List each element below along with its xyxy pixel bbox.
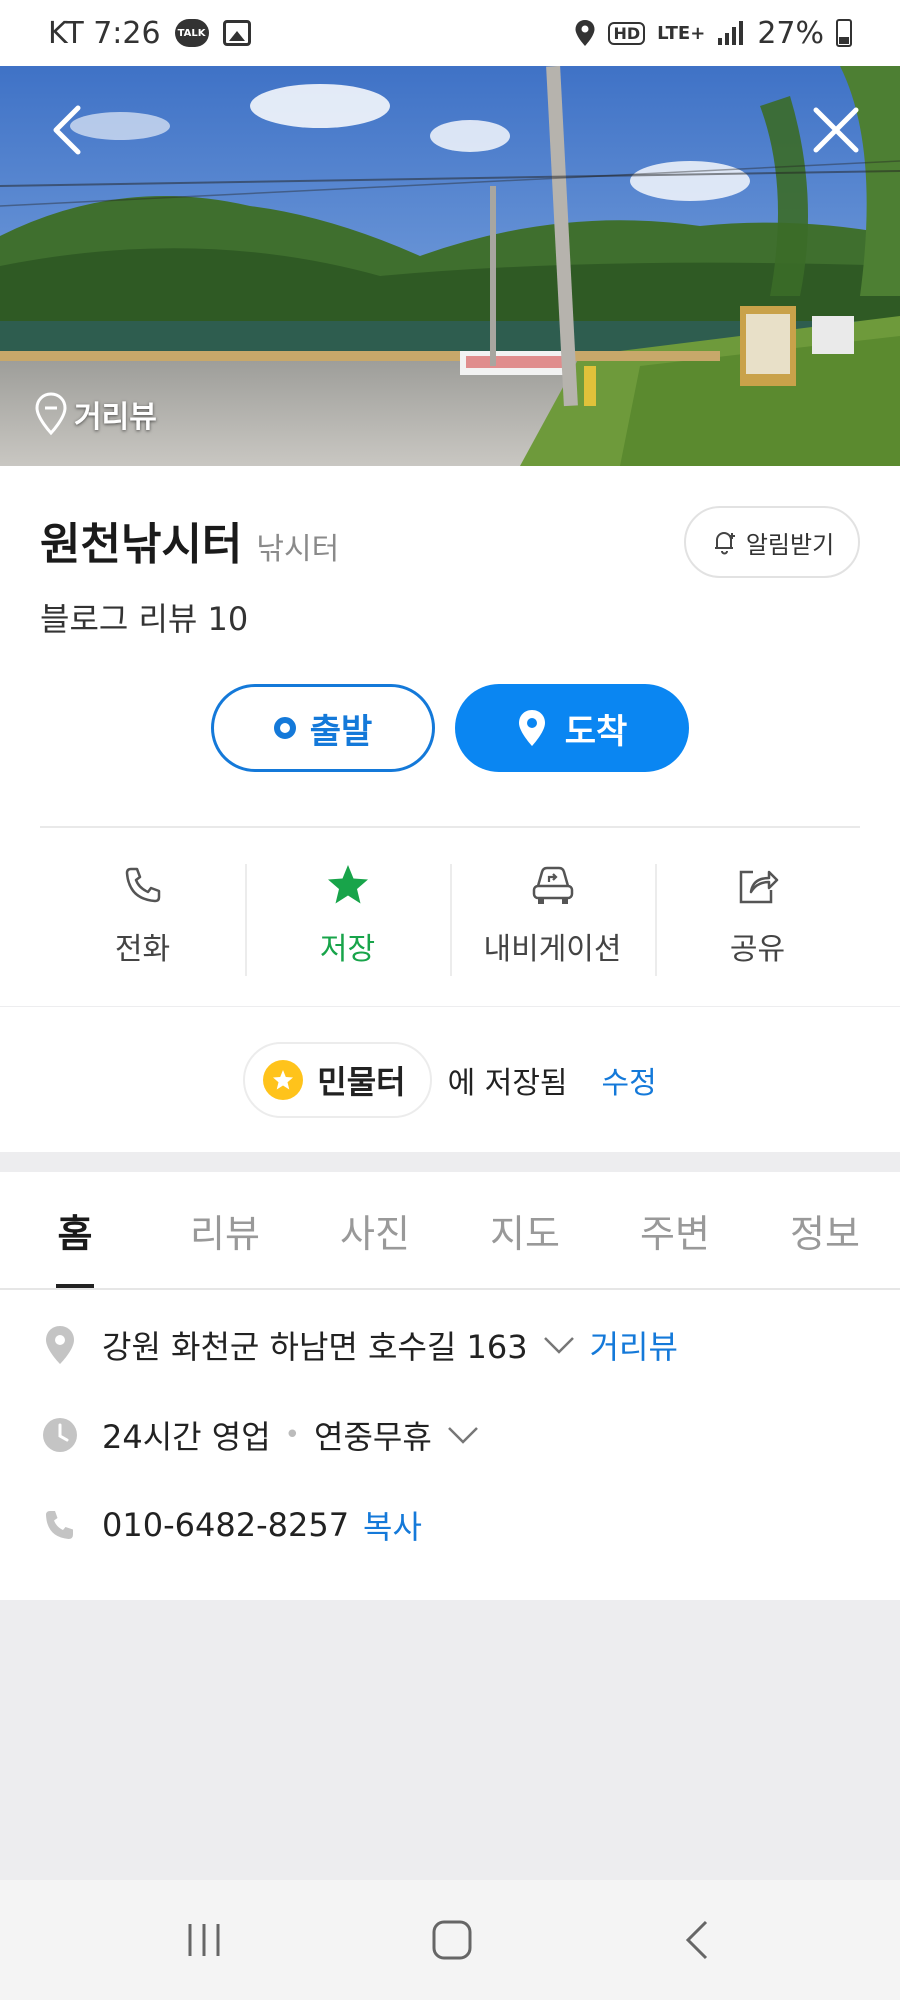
edit-saved-link[interactable]: 수정	[602, 1058, 657, 1102]
share-label: 공유	[729, 932, 786, 967]
tab-photo[interactable]: 사진	[300, 1172, 450, 1288]
hours-row: 24시간 영업 • 연중무휴	[40, 1412, 480, 1458]
arrive-label: 도착	[564, 711, 628, 752]
phone-icon	[125, 867, 160, 903]
navigation-label: 내비게이션	[483, 932, 622, 967]
back-nav-icon[interactable]	[678, 1918, 718, 1962]
hd-badge: HD	[608, 21, 646, 45]
tab-nearby[interactable]: 주변	[600, 1172, 750, 1288]
lte-indicator: LTE+	[657, 22, 706, 44]
share-icon	[739, 870, 778, 904]
place-title: 원천낚시터	[40, 519, 243, 570]
blog-review-count[interactable]: 블로그 리뷰 10	[40, 594, 248, 640]
depart-button[interactable]: 출발	[211, 684, 435, 772]
car-navigation-icon	[532, 866, 573, 904]
location-icon	[575, 20, 595, 46]
chevron-down-icon[interactable]	[542, 1334, 576, 1356]
phone-number[interactable]: 010-6482-8257	[102, 1506, 349, 1544]
alarm-label: 알림받기	[745, 530, 835, 559]
home-icon[interactable]	[430, 1918, 474, 1962]
origin-dot-icon	[273, 717, 296, 739]
chevron-down-icon[interactable]	[446, 1424, 480, 1446]
holiday-text: 연중무휴	[314, 1418, 432, 1456]
call-action[interactable]: 전화	[40, 860, 245, 978]
recent-apps-icon[interactable]	[182, 1920, 226, 1960]
navigation-action[interactable]: 내비게이션	[450, 860, 655, 978]
tab-home[interactable]: 홈	[0, 1172, 150, 1288]
depart-label: 출발	[309, 711, 373, 752]
save-action[interactable]: 저장	[245, 860, 450, 978]
favorite-star-icon	[263, 1059, 304, 1100]
roadview-label: 거리뷰	[74, 400, 157, 435]
address-text[interactable]: 강원 화천군 하남면 호수길 163	[102, 1322, 528, 1368]
saved-status-text: 에 저장됨	[447, 1065, 568, 1101]
copy-phone-link[interactable]: 복사	[363, 1502, 422, 1548]
battery-percent: 27%	[757, 15, 824, 51]
signal-icon	[718, 21, 744, 45]
separator-dot: •	[284, 1420, 300, 1450]
save-label: 저장	[319, 932, 376, 967]
destination-pin-icon	[518, 710, 545, 746]
kakaotalk-icon: TALK	[174, 19, 209, 47]
status-bar: KT 7:26 TALK HD LTE+ 27%	[0, 0, 900, 66]
share-action[interactable]: 공유	[655, 860, 860, 978]
saved-folder-chip[interactable]: 민물터	[243, 1041, 432, 1118]
phone-icon	[46, 1511, 73, 1539]
place-category: 낚시터	[256, 532, 340, 567]
address-roadview-link[interactable]: 거리뷰	[590, 1322, 678, 1368]
map-pin-icon	[35, 392, 67, 436]
gallery-icon	[222, 20, 251, 46]
hours-text: 24시간 영업	[102, 1418, 271, 1456]
place-photo[interactable]: 거리뷰	[0, 66, 900, 466]
star-icon	[327, 865, 368, 904]
talk-label: TALK	[177, 27, 206, 39]
roadview-button[interactable]: 거리뷰	[34, 392, 157, 436]
battery-icon	[836, 19, 852, 47]
address-row: 강원 화천군 하남면 호수길 163 거리뷰	[40, 1322, 678, 1368]
call-label: 전화	[114, 932, 171, 967]
close-icon[interactable]	[806, 100, 866, 160]
divider	[40, 826, 860, 828]
system-navigation-bar	[0, 1880, 900, 2000]
arrive-button[interactable]: 도착	[455, 684, 689, 772]
action-row: 전화 저장 내비게이션 공유	[40, 860, 860, 978]
saved-folder-name: 민물터	[317, 1062, 406, 1101]
tab-map[interactable]: 지도	[450, 1172, 600, 1288]
clock-icon	[43, 1418, 77, 1452]
place-details: 강원 화천군 하남면 호수길 163 거리뷰 24시간 영업 • 연중무휴 01…	[0, 1290, 900, 1600]
status-time: KT 7:26	[48, 15, 161, 51]
place-tabs: 홈 리뷰 사진 지도 주변 정보	[0, 1172, 900, 1290]
back-icon[interactable]	[40, 100, 100, 160]
location-pin-icon	[46, 1326, 74, 1364]
tab-review[interactable]: 리뷰	[150, 1172, 300, 1288]
bell-plus-icon	[714, 532, 735, 555]
tab-info[interactable]: 정보	[750, 1172, 900, 1288]
alarm-button[interactable]: 알림받기	[684, 506, 860, 578]
place-info-card: 원천낚시터 낚시터 알림받기 블로그 리뷰 10 출발 도착 전화 저장 내비게…	[0, 466, 900, 1006]
saved-folder-card: 민물터 에 저장됨 수정	[0, 1007, 900, 1152]
phone-row: 010-6482-8257 복사	[40, 1502, 422, 1548]
